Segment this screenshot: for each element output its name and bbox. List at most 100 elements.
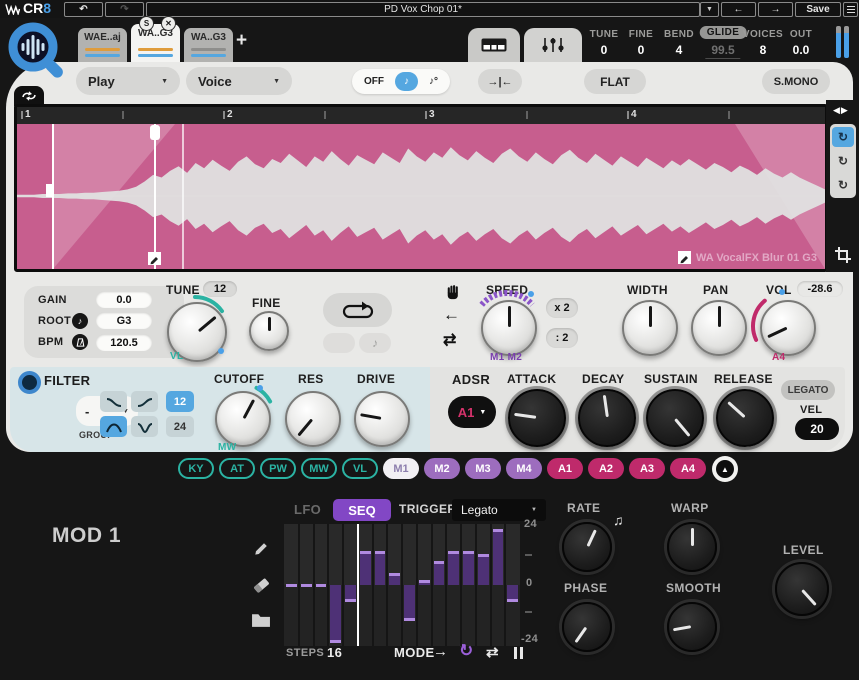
- seq-step-bar[interactable]: [301, 584, 312, 587]
- phase-knob[interactable]: [562, 602, 612, 652]
- gain-value[interactable]: 0.0: [96, 291, 152, 308]
- loop-sub-button-1[interactable]: [323, 333, 355, 353]
- sync-option-note-alt[interactable]: ♪°: [420, 72, 447, 91]
- rate-knob[interactable]: [562, 522, 612, 572]
- draw-tool-button[interactable]: [253, 539, 271, 557]
- waveform-display[interactable]: [17, 124, 825, 269]
- tab-keyboard-view[interactable]: [468, 28, 520, 62]
- voice-mode-dropdown[interactable]: Voice▼: [186, 67, 292, 95]
- add-sample-tab-button[interactable]: +: [236, 30, 247, 52]
- crop-tool-button[interactable]: [834, 246, 852, 264]
- steps-value[interactable]: 16: [327, 645, 342, 660]
- eject-button[interactable]: ▲: [712, 456, 738, 482]
- legato-button[interactable]: LEGATO: [781, 380, 835, 400]
- pan-knob[interactable]: [691, 300, 747, 356]
- loop-tool-button-3[interactable]: ↻: [832, 175, 854, 195]
- tab-mixer-view[interactable]: [524, 28, 582, 62]
- seq-step-bar[interactable]: [507, 585, 518, 602]
- seq-step-bar[interactable]: [389, 573, 400, 585]
- mod-tab-at[interactable]: AT: [219, 458, 255, 479]
- attack-knob[interactable]: [508, 389, 566, 447]
- sample-tab-1[interactable]: WAE..aj: [78, 28, 127, 62]
- filter-enable-toggle[interactable]: [18, 371, 41, 394]
- mod-tab-a4[interactable]: A4: [670, 458, 706, 479]
- seq-tab[interactable]: SEQ: [333, 499, 391, 521]
- mod-tab-m3[interactable]: M3: [465, 458, 501, 479]
- mod-tab-a2[interactable]: A2: [588, 458, 624, 479]
- tune-value[interactable]: 12: [203, 281, 237, 297]
- sync-option-note[interactable]: ♪: [395, 72, 418, 91]
- seq-step-bar[interactable]: [316, 584, 327, 587]
- release-knob[interactable]: [716, 389, 774, 447]
- trim-button[interactable]: →|←: [478, 69, 522, 94]
- lfo-tab[interactable]: LFO: [294, 502, 321, 517]
- decay-knob[interactable]: [578, 389, 636, 447]
- speed-mult-button[interactable]: x 2: [546, 298, 578, 318]
- flat-button[interactable]: FLAT: [584, 69, 646, 94]
- width-knob[interactable]: [622, 300, 678, 356]
- warp-mode-tab[interactable]: [14, 86, 44, 106]
- vol-value[interactable]: -28.6: [797, 281, 843, 297]
- mod-tab-pw[interactable]: PW: [260, 458, 296, 479]
- filter-slope-12-button[interactable]: 12: [166, 391, 194, 412]
- erase-tool-button[interactable]: [252, 575, 271, 594]
- seq-step-bar[interactable]: [375, 551, 386, 585]
- mode-once-button[interactable]: [512, 646, 524, 664]
- preset-shapes-button[interactable]: [251, 612, 271, 628]
- seq-step-bar[interactable]: [360, 551, 371, 585]
- sample-tab-3[interactable]: WA..G3: [184, 28, 233, 62]
- mod-tab-mw[interactable]: MW: [301, 458, 337, 479]
- start-marker-handle[interactable]: [46, 184, 54, 197]
- seq-step-bar[interactable]: [345, 585, 356, 602]
- filter-type-bandpass[interactable]: [100, 416, 127, 437]
- bpm-value[interactable]: 120.5: [96, 334, 152, 351]
- speed-div-button[interactable]: : 2: [546, 328, 578, 348]
- rename-badge[interactable]: [678, 251, 691, 264]
- mod-tab-vl[interactable]: VL: [342, 458, 378, 479]
- smooth-knob[interactable]: [667, 602, 717, 652]
- metronome-icon[interactable]: [72, 334, 88, 350]
- waveform-editor[interactable]: 1234 WA VocalFX Blur 01 G3: [14, 104, 828, 272]
- pingpong-icon[interactable]: ⇄: [443, 330, 456, 350]
- seq-step-bar[interactable]: [404, 585, 415, 621]
- seq-step-bar[interactable]: [330, 585, 341, 643]
- root-value[interactable]: G3: [96, 312, 152, 329]
- global-bend-value[interactable]: 4: [676, 43, 683, 57]
- rate-sync-icon[interactable]: ♫: [613, 512, 624, 528]
- loop-tool-button-2[interactable]: ↻: [832, 151, 854, 171]
- filter-slope-24-button[interactable]: 24: [166, 416, 194, 437]
- global-voices-value[interactable]: 8: [760, 43, 767, 57]
- sustain-knob[interactable]: [646, 389, 704, 447]
- loop-mode-button[interactable]: [323, 293, 392, 327]
- prev-preset-button[interactable]: ←: [721, 2, 756, 17]
- speed-knob[interactable]: [481, 300, 537, 356]
- menu-button[interactable]: [843, 2, 858, 17]
- seq-step-bar[interactable]: [434, 561, 445, 585]
- preset-name-field[interactable]: PD Vox Chop 01*: [146, 2, 700, 17]
- global-tune-value[interactable]: 0: [601, 43, 608, 57]
- mod-tab-ky[interactable]: KY: [178, 458, 214, 479]
- tab-close-badge[interactable]: ✕: [161, 16, 176, 31]
- undo-button[interactable]: ↶: [64, 2, 103, 17]
- loop-tool-button-1[interactable]: ↻: [832, 127, 854, 147]
- step-sequencer[interactable]: [284, 524, 520, 646]
- global-out-value[interactable]: 0.0: [793, 43, 810, 57]
- seq-step-bar[interactable]: [448, 551, 459, 585]
- mod-tab-m2[interactable]: M2: [424, 458, 460, 479]
- drive-knob[interactable]: [354, 391, 410, 447]
- tab-solo-badge[interactable]: S: [139, 16, 154, 31]
- filter-type-lowpass[interactable]: [100, 391, 127, 412]
- redo-button[interactable]: ↷: [105, 2, 144, 17]
- edit-badge[interactable]: [148, 252, 161, 265]
- waveform-ruler[interactable]: 1234: [17, 107, 825, 124]
- res-knob[interactable]: [285, 391, 341, 447]
- fade-marker-handle[interactable]: [150, 125, 160, 140]
- play-mode-dropdown[interactable]: Play▼: [76, 67, 180, 95]
- mod-tab-a3[interactable]: A3: [629, 458, 665, 479]
- seq-step-bar[interactable]: [286, 584, 297, 587]
- adsr-slot-dropdown[interactable]: A1 ▼: [448, 396, 496, 428]
- root-note-icon[interactable]: ♪: [72, 313, 88, 329]
- hand-drag-icon[interactable]: [445, 283, 460, 300]
- seq-step-bar[interactable]: [493, 529, 504, 585]
- mod-tab-a1[interactable]: A1: [547, 458, 583, 479]
